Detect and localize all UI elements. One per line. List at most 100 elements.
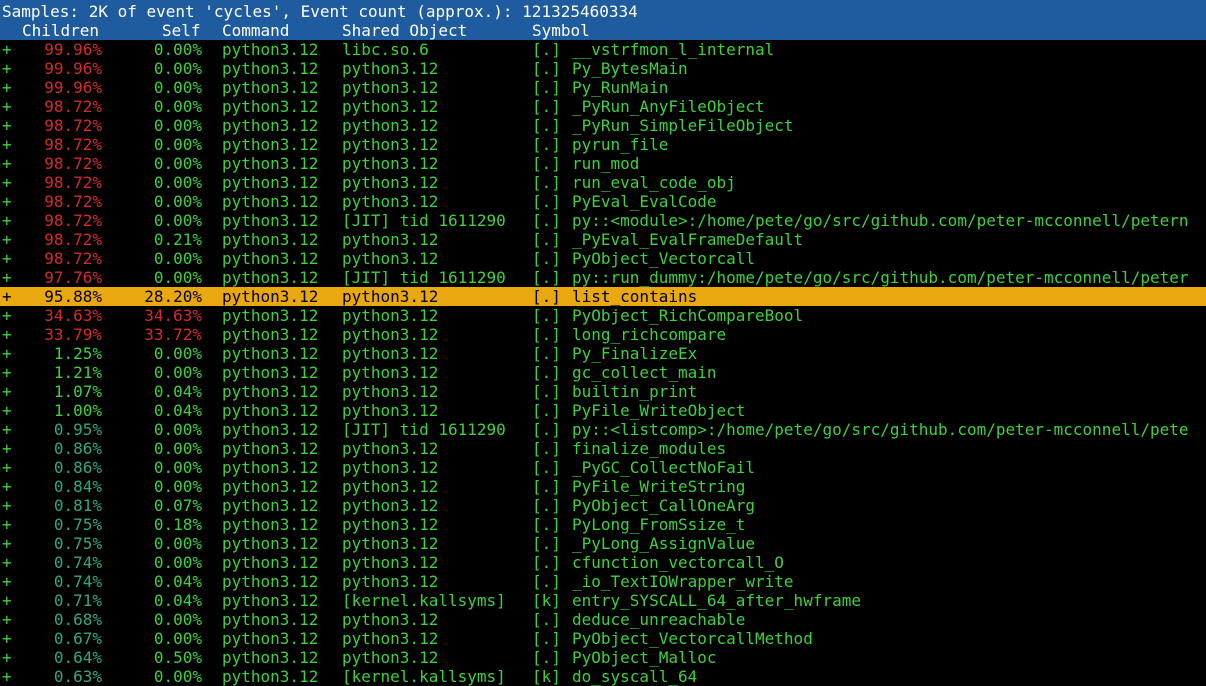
symbol-name: PyEval_EvalCode <box>572 192 717 211</box>
symbol-type-marker: [.] <box>532 553 561 572</box>
expand-toggle[interactable]: + <box>2 496 12 515</box>
symbol-name: _PyLong_AssignValue <box>572 534 756 553</box>
children-percent: 99.96% <box>44 59 102 78</box>
symbol-name: list_contains <box>572 287 698 306</box>
expand-toggle[interactable]: + <box>2 192 12 211</box>
expand-toggle[interactable]: + <box>2 610 12 629</box>
symbol-name: __vstrfmon_l_internal <box>572 40 775 59</box>
expand-toggle[interactable]: + <box>2 116 12 135</box>
report-row[interactable]: +0.86% 0.00% python3.12 python3.12 [.] _PyGC_… <box>0 458 1206 477</box>
report-row[interactable]: +97.76% 0.00% python3.12 [JIT] tid 1611290 [… <box>0 268 1206 287</box>
symbol-name: _PyRun_SimpleFileObject <box>572 116 794 135</box>
report-row[interactable]: +0.86% 0.00% python3.12 python3.12 [.] finali… <box>0 439 1206 458</box>
expand-toggle[interactable]: + <box>2 135 12 154</box>
report-row[interactable]: +99.96% 0.00% python3.12 python3.12 [.] Py_By… <box>0 59 1206 78</box>
expand-toggle[interactable]: + <box>2 344 12 363</box>
report-row[interactable]: +98.72% 0.00% python3.12 python3.12 [.] _PyRu… <box>0 97 1206 116</box>
command-name: python3.12 <box>222 59 319 78</box>
expand-toggle[interactable]: + <box>2 477 12 496</box>
report-row[interactable]: +0.71% 0.04% python3.12 [kernel.kallsyms] [k… <box>0 591 1206 610</box>
report-row[interactable]: +98.72% 0.00% python3.12 python3.12 [.] PyObj… <box>0 249 1206 268</box>
expand-toggle[interactable]: + <box>2 629 12 648</box>
command-name: python3.12 <box>222 173 319 192</box>
expand-toggle[interactable]: + <box>2 439 12 458</box>
expand-toggle[interactable]: + <box>2 420 12 439</box>
expand-toggle[interactable]: + <box>2 363 12 382</box>
expand-toggle[interactable]: + <box>2 211 12 230</box>
expand-toggle[interactable]: + <box>2 667 12 686</box>
expand-toggle[interactable]: + <box>2 325 12 344</box>
command-name: python3.12 <box>222 420 319 439</box>
expand-toggle[interactable]: + <box>2 40 12 59</box>
report-row[interactable]: +0.67% 0.00% python3.12 python3.12 [.] PyObje… <box>0 629 1206 648</box>
report-row[interactable]: +34.63% 34.63% python3.12 python3.12 [.] PyOb… <box>0 306 1206 325</box>
symbol-name: PyFile_WriteString <box>572 477 746 496</box>
column-shared-object[interactable]: Shared Object <box>342 21 467 40</box>
symbol-name: pyrun_file <box>572 135 669 154</box>
report-row[interactable]: +0.68% 0.00% python3.12 python3.12 [.] deduce… <box>0 610 1206 629</box>
report-row[interactable]: +1.21% 0.00% python3.12 python3.12 [.] gc_col… <box>0 363 1206 382</box>
report-row[interactable]: +99.96% 0.00% python3.12 python3.12 [.] Py_Ru… <box>0 78 1206 97</box>
report-row[interactable]: +0.95% 0.00% python3.12 [JIT] tid 1611290 [.… <box>0 420 1206 439</box>
expand-toggle[interactable]: + <box>2 78 12 97</box>
expand-toggle[interactable]: + <box>2 230 12 249</box>
report-row[interactable]: +0.74% 0.00% python3.12 python3.12 [.] cfunct… <box>0 553 1206 572</box>
report-row[interactable]: +0.74% 0.04% python3.12 python3.12 [.] _io_Te… <box>0 572 1206 591</box>
report-row[interactable]: +99.96% 0.00% python3.12 libc.so.6 [.] __vstr… <box>0 40 1206 59</box>
self-percent: 0.21% <box>153 230 202 249</box>
expand-toggle[interactable]: + <box>2 534 12 553</box>
report-row[interactable]: +98.72% 0.00% python3.12 python3.12 [.] run_m… <box>0 154 1206 173</box>
report-row[interactable]: +98.72% 0.00% python3.12 python3.12 [.] run_e… <box>0 173 1206 192</box>
report-row[interactable]: +98.72% 0.00% python3.12 python3.12 [.] _PyRu… <box>0 116 1206 135</box>
report-row[interactable]: +0.64% 0.50% python3.12 python3.12 [.] PyObje… <box>0 648 1206 667</box>
column-command[interactable]: Command <box>222 21 289 40</box>
command-name: python3.12 <box>222 363 319 382</box>
expand-toggle[interactable]: + <box>2 572 12 591</box>
report-row[interactable]: +0.84% 0.00% python3.12 python3.12 [.] PyFile… <box>0 477 1206 496</box>
children-percent: 0.95% <box>53 420 102 439</box>
expand-toggle[interactable]: + <box>2 249 12 268</box>
report-row[interactable]: +0.75% 0.00% python3.12 python3.12 [.] _PyLon… <box>0 534 1206 553</box>
report-row[interactable]: +0.75% 0.18% python3.12 python3.12 [.] PyLong… <box>0 515 1206 534</box>
report-row[interactable]: +98.72% 0.21% python3.12 python3.12 [.] _PyEv… <box>0 230 1206 249</box>
expand-toggle[interactable]: + <box>2 458 12 477</box>
report-row[interactable]: +33.79% 33.72% python3.12 python3.12 [.] long… <box>0 325 1206 344</box>
command-name: python3.12 <box>222 610 319 629</box>
expand-toggle[interactable]: + <box>2 268 12 287</box>
expand-toggle[interactable]: + <box>2 553 12 572</box>
report-row[interactable]: +1.00% 0.04% python3.12 python3.12 [.] PyFile… <box>0 401 1206 420</box>
report-row[interactable]: +1.25% 0.00% python3.12 python3.12 [.] Py_Fin… <box>0 344 1206 363</box>
symbol-type-marker: [.] <box>532 306 561 325</box>
shared-object-name: python3.12 <box>342 135 439 154</box>
column-children[interactable]: Children <box>22 21 99 40</box>
symbol-type-marker: [.] <box>532 477 561 496</box>
expand-toggle[interactable]: + <box>2 591 12 610</box>
expand-toggle[interactable]: + <box>2 382 12 401</box>
expand-toggle[interactable]: + <box>2 59 12 78</box>
shared-object-name: python3.12 <box>342 173 439 192</box>
expand-toggle[interactable]: + <box>2 173 12 192</box>
expand-toggle[interactable]: + <box>2 154 12 173</box>
expand-toggle[interactable]: + <box>2 515 12 534</box>
expand-toggle[interactable]: + <box>2 306 12 325</box>
report-row[interactable]: +0.63% 0.00% python3.12 [kernel.kallsyms] [k… <box>0 667 1206 686</box>
self-percent: 28.20% <box>144 287 202 306</box>
report-row[interactable]: +1.07% 0.04% python3.12 python3.12 [.] builti… <box>0 382 1206 401</box>
symbol-type-marker: [.] <box>532 382 561 401</box>
report-row[interactable]: +98.72% 0.00% python3.12 python3.12 [.] PyEva… <box>0 192 1206 211</box>
self-percent: 0.00% <box>153 154 202 173</box>
expand-toggle[interactable]: + <box>2 648 12 667</box>
report-row-selected[interactable]: +95.88% 28.20% python3.12 python3.12 [.] list… <box>0 287 1206 306</box>
expand-toggle[interactable]: + <box>2 401 12 420</box>
expand-toggle[interactable]: + <box>2 287 12 306</box>
self-percent: 0.18% <box>153 515 202 534</box>
column-symbol[interactable]: Symbol <box>532 21 590 40</box>
children-percent: 98.72% <box>44 116 102 135</box>
children-percent: 0.84% <box>53 477 102 496</box>
command-name: python3.12 <box>222 515 319 534</box>
report-row[interactable]: +98.72% 0.00% python3.12 [JIT] tid 1611290 [… <box>0 211 1206 230</box>
report-row[interactable]: +98.72% 0.00% python3.12 python3.12 [.] pyrun… <box>0 135 1206 154</box>
report-row[interactable]: +0.81% 0.07% python3.12 python3.12 [.] PyObje… <box>0 496 1206 515</box>
expand-toggle[interactable]: + <box>2 97 12 116</box>
column-self[interactable]: Self <box>162 21 201 40</box>
